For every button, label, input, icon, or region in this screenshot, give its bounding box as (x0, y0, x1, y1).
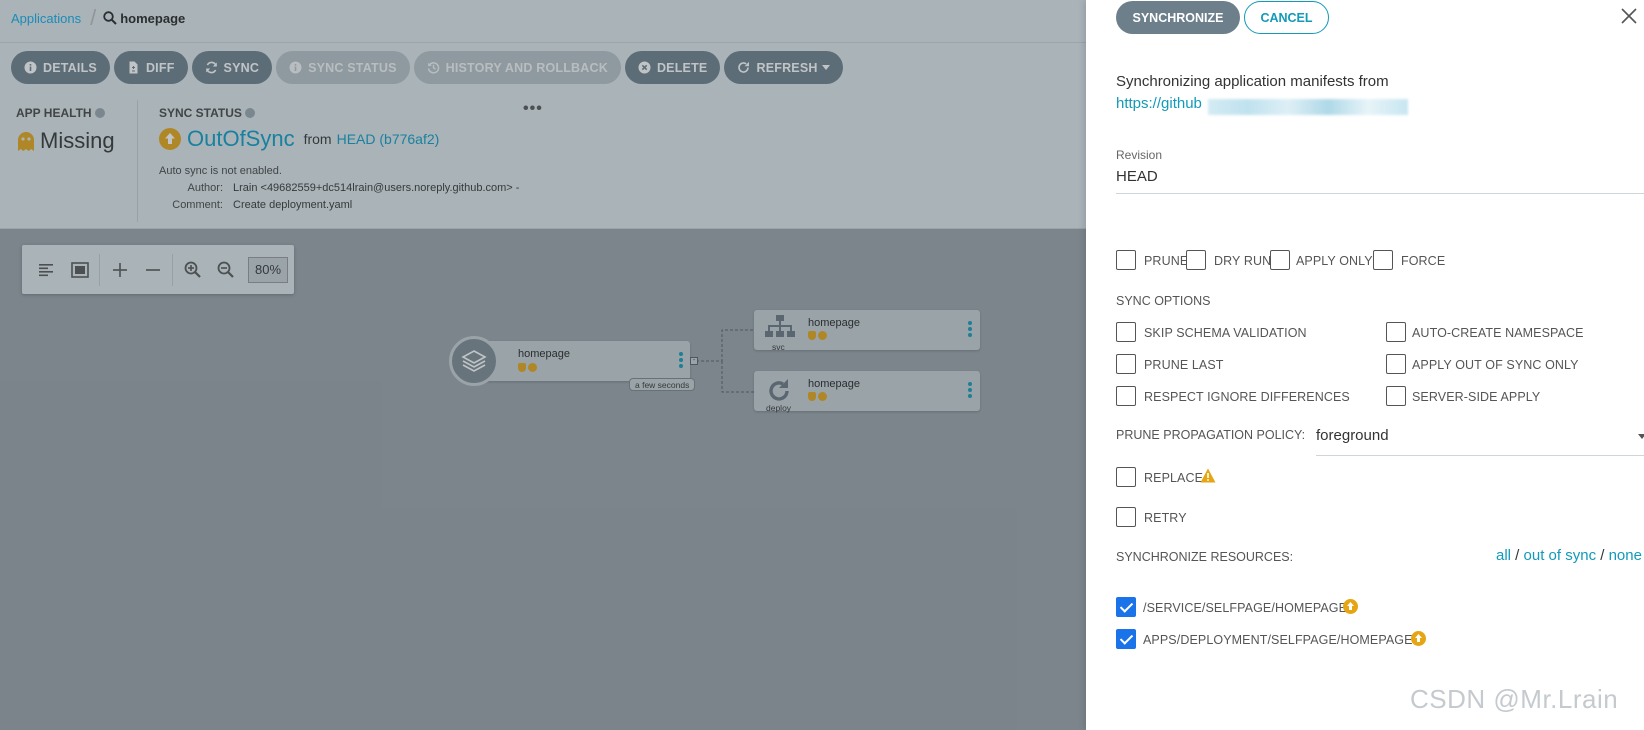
sync-options-label: SYNC OPTIONS (1116, 294, 1211, 308)
redacted-url-blur (1208, 99, 1408, 115)
dry-run-checkbox[interactable] (1186, 250, 1206, 270)
skip-schema-validation-checkbox[interactable] (1116, 322, 1136, 342)
out-of-sync-icon (1411, 631, 1426, 646)
select-out-of-sync-link[interactable]: out of sync (1524, 547, 1597, 564)
resource-label-service: /SERVICE/SELFPAGE/HOMEPAGE (1143, 601, 1348, 615)
auto-create-namespace-checkbox[interactable] (1386, 322, 1406, 342)
prune-last-label: PRUNE LAST (1144, 358, 1224, 372)
respect-ignore-differences-label: RESPECT IGNORE DIFFERENCES (1144, 390, 1350, 404)
link-separator: / (1511, 547, 1524, 564)
resource-label-deployment: APPS/DEPLOYMENT/SELFPAGE/HOMEPAGE (1143, 633, 1413, 647)
force-label: FORCE (1401, 254, 1446, 268)
resource-selection-links: all / out of sync / none (1496, 547, 1642, 564)
revision-input[interactable]: HEAD (1116, 168, 1158, 185)
prune-propagation-policy-select[interactable]: foreground (1316, 427, 1389, 444)
cancel-button[interactable]: CANCEL (1244, 1, 1329, 34)
synchronize-button[interactable]: SYNCHRONIZE (1116, 1, 1240, 34)
prune-last-checkbox[interactable] (1116, 354, 1136, 374)
skip-schema-validation-label: SKIP SCHEMA VALIDATION (1144, 326, 1307, 340)
resource-checkbox-deployment[interactable] (1116, 629, 1136, 649)
replace-checkbox[interactable] (1116, 467, 1136, 487)
apply-only-checkbox[interactable] (1270, 250, 1290, 270)
apply-out-of-sync-only-label: APPLY OUT OF SYNC ONLY (1412, 358, 1579, 372)
repo-url-link[interactable]: https://github (1116, 95, 1202, 112)
retry-label: RETRY (1144, 511, 1187, 525)
warning-icon (1200, 468, 1216, 483)
select-none-link[interactable]: none (1609, 547, 1642, 564)
close-icon[interactable] (1620, 7, 1638, 25)
watermark-text: CSDN @Mr.Lrain (1410, 684, 1619, 714)
retry-checkbox[interactable] (1116, 507, 1136, 527)
apply-out-of-sync-only-checkbox[interactable] (1386, 354, 1406, 374)
server-side-apply-checkbox[interactable] (1386, 386, 1406, 406)
server-side-apply-label: SERVER-SIDE APPLY (1412, 390, 1541, 404)
prune-propagation-policy-label: PRUNE PROPAGATION POLICY: (1116, 428, 1306, 442)
chevron-down-icon[interactable] (1638, 434, 1644, 439)
sync-panel: SYNCHRONIZE CANCEL Synchronizing applica… (1086, 0, 1644, 730)
apply-only-label: APPLY ONLY (1296, 254, 1373, 268)
dry-run-label: DRY RUN (1214, 254, 1272, 268)
modal-backdrop[interactable] (0, 0, 1086, 730)
revision-label: Revision (1116, 148, 1163, 162)
replace-label: REPLACE (1144, 471, 1204, 485)
out-of-sync-icon (1343, 599, 1358, 614)
auto-create-namespace-label: AUTO-CREATE NAMESPACE (1412, 326, 1584, 340)
prune-checkbox[interactable] (1116, 250, 1136, 270)
prune-label: PRUNE (1144, 254, 1189, 268)
select-underline (1316, 455, 1644, 456)
synchronize-resources-label: SYNCHRONIZE RESOURCES: (1116, 550, 1294, 564)
force-checkbox[interactable] (1373, 250, 1393, 270)
respect-ignore-differences-checkbox[interactable] (1116, 386, 1136, 406)
resource-checkbox-service[interactable] (1116, 597, 1136, 617)
sync-intro-text: Synchronizing application manifests from (1116, 73, 1389, 90)
select-all-link[interactable]: all (1496, 547, 1511, 564)
application-view: Applications / homepage DETAILS DIFF SYN… (0, 0, 1086, 730)
link-separator: / (1596, 547, 1609, 564)
revision-underline (1116, 193, 1644, 194)
